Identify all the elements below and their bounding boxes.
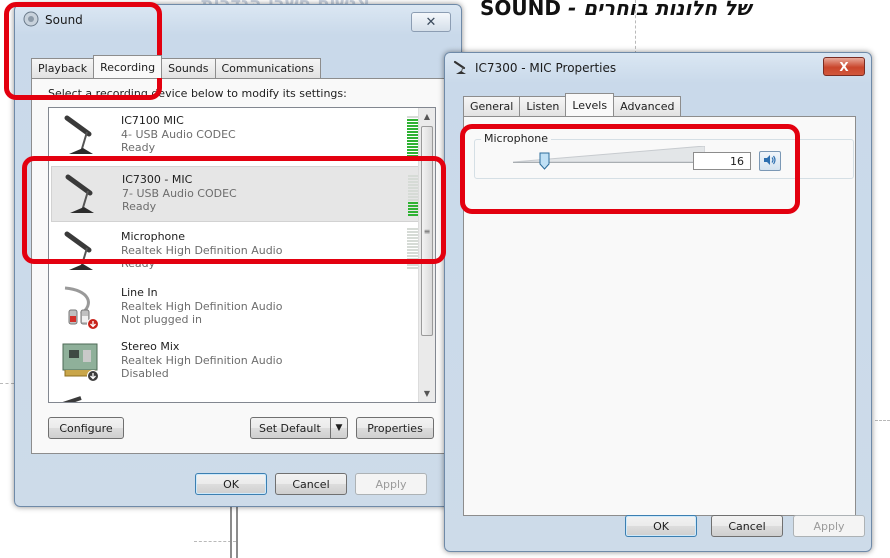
sound-card-icon: [59, 338, 105, 384]
guide-line: [0, 383, 14, 384]
properties-tabs: General Listen Levels Advanced: [463, 93, 682, 116]
device-status: Ready: [122, 200, 157, 213]
device-list-scrollbar[interactable]: ▲ ≡ ▼: [418, 108, 435, 402]
microphone-stand-icon: [59, 112, 105, 158]
microphone-stand-icon: [60, 171, 106, 217]
title-hebrew-part: של חלונות בוחרים: [583, 0, 752, 20]
microphone-level-group: Microphone 16: [474, 132, 854, 179]
list-item[interactable]: Stereo Mix Realtek High Definition Audio…: [51, 334, 419, 390]
microphone-stand-icon: [453, 59, 469, 78]
ok-button[interactable]: OK: [195, 473, 267, 495]
level-value-field[interactable]: 16: [693, 152, 751, 170]
ok-button[interactable]: OK: [625, 515, 697, 537]
dropdown-arrow-icon[interactable]: ▼: [330, 418, 347, 438]
apply-button[interactable]: Apply: [793, 515, 865, 537]
device-name: Line In: [121, 286, 158, 299]
device-name: IC7100 MIC: [121, 114, 184, 127]
partial-list-item: [59, 396, 99, 402]
device-name: Microphone: [121, 230, 186, 243]
device-status: Disabled: [121, 367, 169, 380]
cancel-button[interactable]: Cancel: [275, 473, 347, 495]
microphone-level-label: Microphone: [481, 132, 552, 145]
scroll-up-arrow-icon[interactable]: ▲: [419, 108, 435, 125]
close-button[interactable]: X: [823, 57, 865, 76]
speaker-mute-button[interactable]: [759, 151, 781, 171]
device-status: Ready: [121, 141, 156, 154]
mic-properties-window: IC7300 - MIC Properties X General Listen…: [444, 52, 872, 552]
tab-advanced[interactable]: Advanced: [613, 96, 682, 116]
instruction-text: Select a recording device below to modif…: [48, 87, 347, 100]
device-name: Stereo Mix: [121, 340, 180, 353]
device-driver: Realtek High Definition Audio: [121, 300, 283, 313]
sound-window-titlebar[interactable]: Sound: [23, 11, 83, 29]
list-item[interactable]: IC7100 MIC 4- USB Audio CODEC Ready: [51, 108, 419, 164]
set-default-button[interactable]: Set Default ▼: [250, 417, 348, 439]
close-icon: ✕: [425, 14, 437, 30]
close-button[interactable]: ✕: [411, 12, 451, 32]
guide-line: [875, 420, 890, 421]
background-pillar: [230, 506, 232, 558]
configure-button[interactable]: Configure: [48, 417, 124, 439]
device-driver: 7- USB Audio CODEC: [122, 187, 237, 200]
guide-line: [635, 0, 636, 54]
device-name: IC7300 - MIC: [122, 173, 193, 186]
tab-communications[interactable]: Communications: [214, 58, 321, 78]
level-slider-thumb[interactable]: [539, 152, 550, 170]
sound-tabs: Playback Recording Sounds Communications: [31, 55, 321, 78]
cancel-button[interactable]: Cancel: [711, 515, 783, 537]
scroll-down-arrow-icon[interactable]: ▼: [419, 385, 435, 402]
set-default-label: Set Default: [259, 421, 321, 435]
apply-button[interactable]: Apply: [355, 473, 427, 495]
tab-listen[interactable]: Listen: [519, 96, 567, 116]
properties-window-title: IC7300 - MIC Properties: [475, 61, 617, 75]
tab-playback[interactable]: Playback: [31, 58, 95, 78]
microphone-stand-icon: [59, 228, 105, 274]
title-separator: -: [561, 0, 584, 20]
properties-window-titlebar[interactable]: IC7300 - MIC Properties: [453, 59, 616, 77]
speaker-icon: [23, 11, 39, 30]
tab-levels[interactable]: Levels: [565, 93, 615, 116]
device-driver: Realtek High Definition Audio: [121, 354, 283, 367]
tab-recording[interactable]: Recording: [93, 55, 163, 78]
tab-general[interactable]: General: [463, 96, 521, 116]
device-driver: Realtek High Definition Audio: [121, 244, 283, 257]
line-in-cable-icon: [59, 284, 105, 330]
title-english-part: SOUND: [480, 0, 561, 20]
background-pillar: [236, 506, 238, 558]
device-driver: 4- USB Audio CODEC: [121, 128, 236, 141]
list-item[interactable]: Microphone Realtek High Definition Audio…: [51, 224, 419, 280]
device-status: Ready: [121, 257, 156, 270]
sound-window: Sound ✕ Playback Recording Sounds Commun…: [14, 4, 462, 507]
device-status: Not plugged in: [121, 313, 203, 326]
list-item[interactable]: IC7300 - MIC 7- USB Audio CODEC Ready: [51, 166, 420, 222]
tab-sounds[interactable]: Sounds: [161, 58, 216, 78]
scroll-thumb[interactable]: ≡: [421, 126, 433, 336]
recording-panel: Select a recording device below to modif…: [31, 78, 451, 454]
close-icon: X: [839, 59, 849, 74]
recording-device-list: IC7100 MIC 4- USB Audio CODEC Ready IC73…: [48, 107, 436, 403]
background-page-title: של חלונות בוחרים - SOUND: [480, 0, 890, 30]
list-item[interactable]: Line In Realtek High Definition Audio No…: [51, 280, 419, 336]
levels-panel: Microphone 16: [463, 116, 856, 516]
sound-window-title: Sound: [45, 13, 83, 27]
properties-button[interactable]: Properties: [356, 417, 434, 439]
speaker-icon: [763, 154, 777, 169]
